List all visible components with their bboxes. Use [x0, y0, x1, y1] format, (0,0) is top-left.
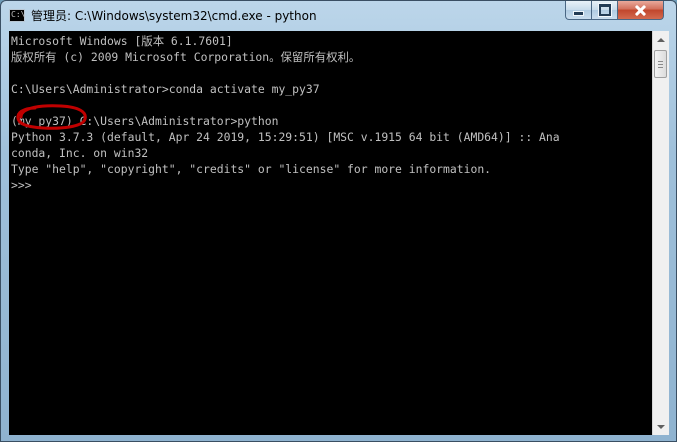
console-line: 版权所有 (c) 2009 Microsoft Corporation。保留所有…: [11, 50, 361, 64]
maximize-icon: [598, 4, 611, 16]
console-line: C:\Users\Administrator>conda activate my…: [11, 82, 320, 96]
minimize-icon: [573, 10, 584, 16]
grip-line: [658, 61, 663, 62]
grip-line: [658, 67, 663, 68]
arrow-down-icon: [657, 424, 665, 429]
close-button[interactable]: [617, 1, 664, 20]
console-line: Python 3.7.3 (default, Apr 24 2019, 15:2…: [11, 130, 560, 144]
window-title: 管理员: C:\Windows\system32\cmd.exe - pytho…: [31, 9, 317, 23]
console-line: Type "help", "copyright", "credits" or "…: [11, 162, 492, 176]
arrow-up-icon: [657, 37, 665, 42]
scroll-thumb[interactable]: [654, 50, 667, 78]
red-circle-annotation: [16, 104, 87, 130]
console-line: >>>: [11, 178, 32, 192]
cmd-window: C:\ 管理员: C:\Windows\system32\cmd.exe - p…: [0, 0, 677, 442]
maximize-button[interactable]: [591, 1, 618, 20]
minimize-button[interactable]: [565, 1, 592, 20]
console-line: Microsoft Windows [版本 6.1.7601]: [11, 34, 233, 48]
cmd-icon[interactable]: C:\: [9, 9, 25, 22]
scroll-up-button[interactable]: [653, 31, 669, 48]
console-output[interactable]: Microsoft Windows [版本 6.1.7601] 版权所有 (c)…: [9, 31, 652, 435]
title-bar[interactable]: C:\ 管理员: C:\Windows\system32\cmd.exe - p…: [1, 1, 676, 31]
grip-line: [658, 64, 663, 65]
scroll-down-button[interactable]: [653, 418, 669, 435]
close-icon: [634, 4, 647, 17]
console-line: conda, Inc. on win32: [11, 146, 149, 160]
cmd-prompt-glyph: C:\: [11, 10, 26, 19]
vertical-scrollbar[interactable]: [652, 31, 669, 435]
